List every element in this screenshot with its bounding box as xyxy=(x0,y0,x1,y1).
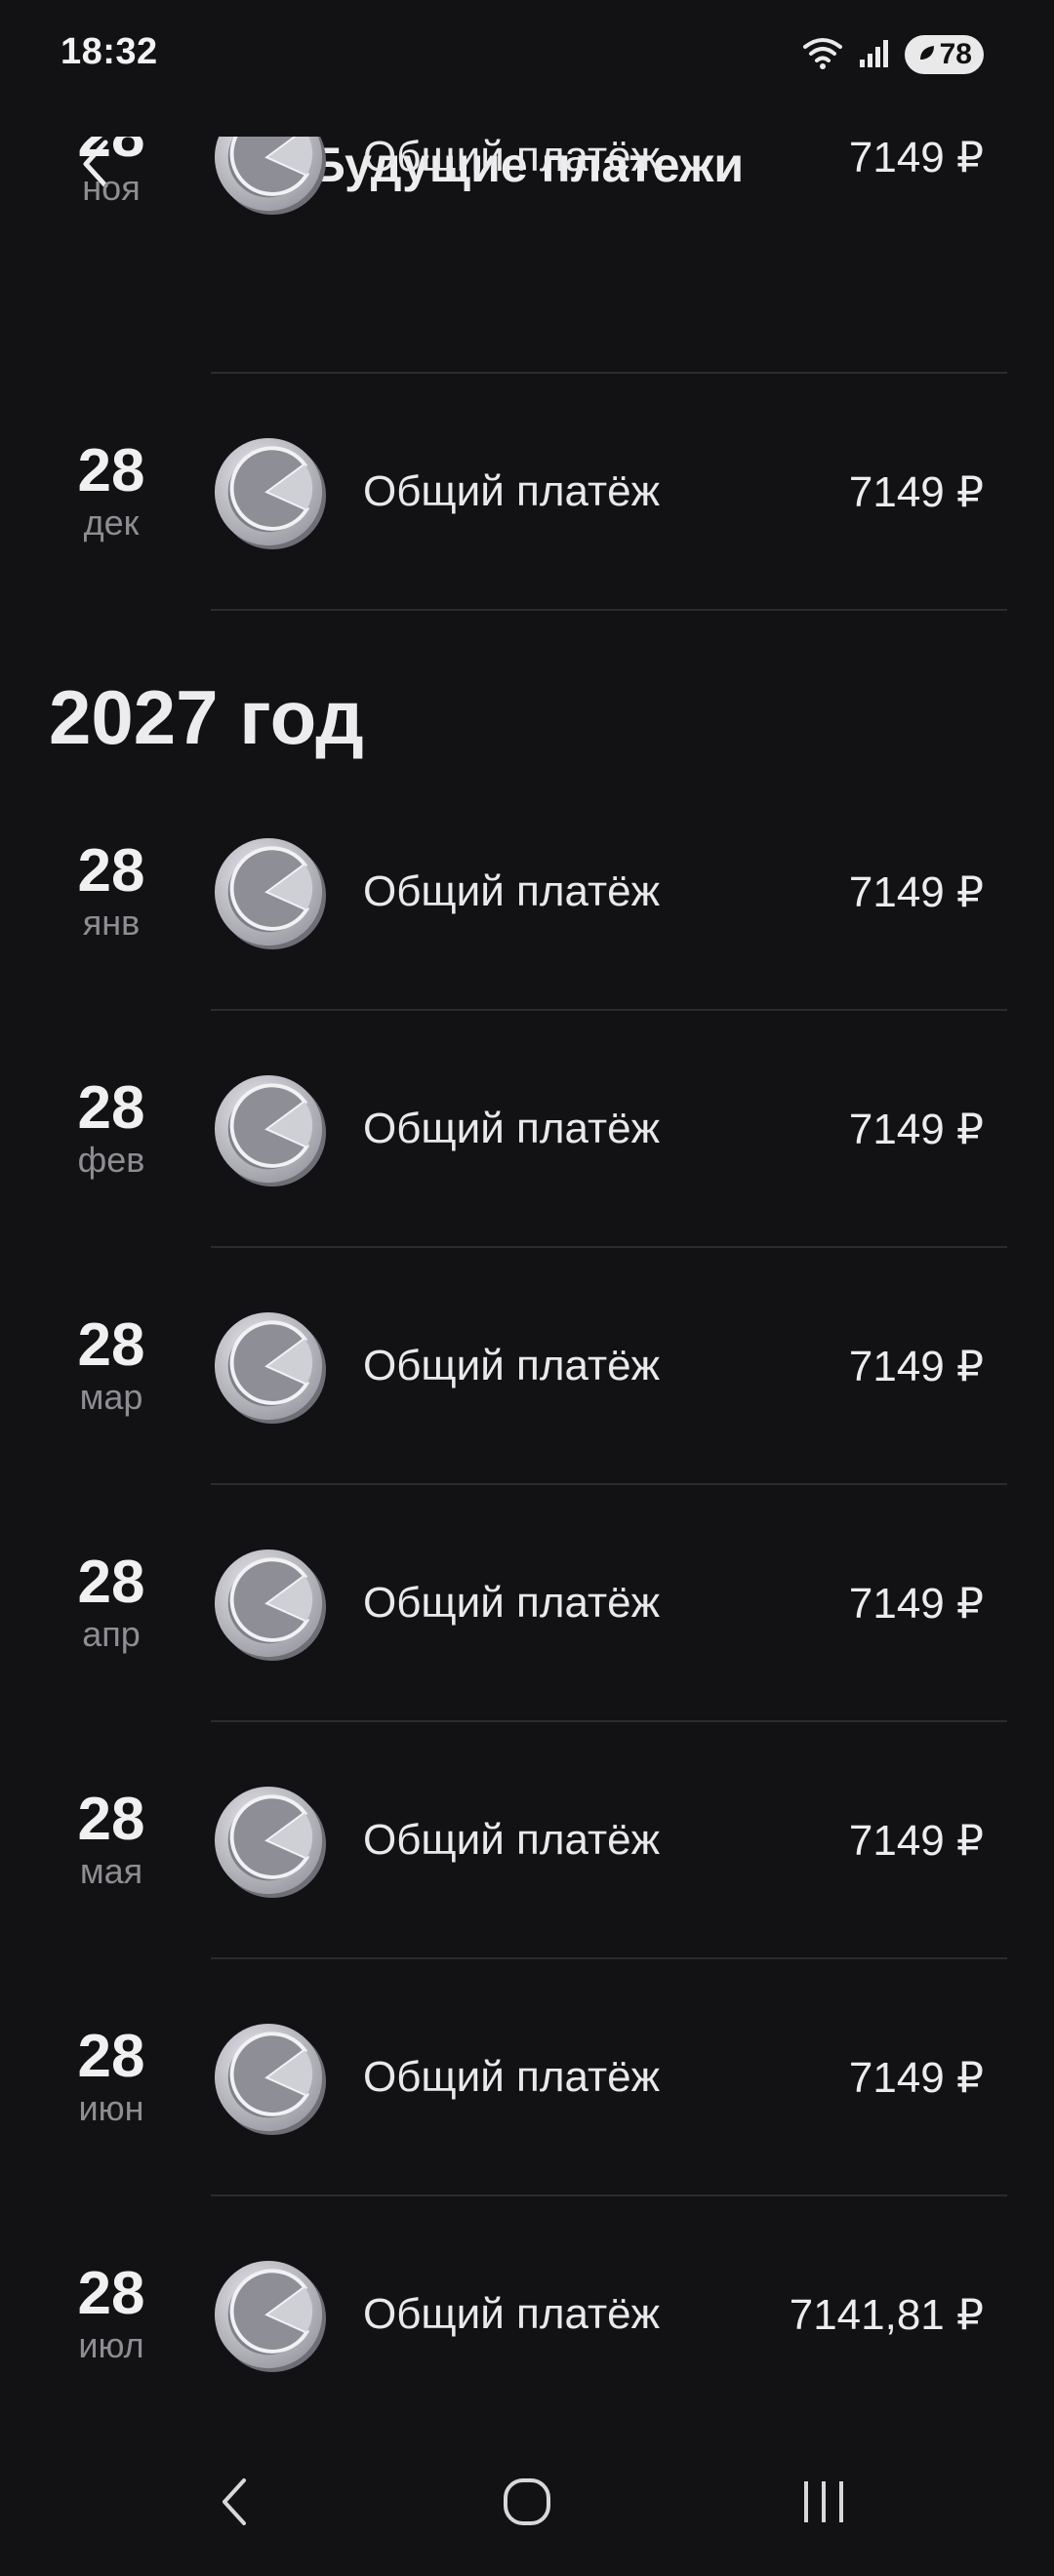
payment-date: 28 июн xyxy=(35,2026,187,2129)
payment-title: Общий платёж xyxy=(363,867,661,915)
payment-amount: 7149 ₽ xyxy=(848,137,984,181)
payment-title: Общий платёж xyxy=(363,467,661,515)
payment-coin-icon xyxy=(213,1548,328,1663)
payment-day: 28 xyxy=(77,2023,145,2090)
payment-amount: 7149 ₽ xyxy=(848,1106,984,1153)
payment-title: Общий платёж xyxy=(363,2290,661,2338)
payment-month: фев xyxy=(77,1140,145,1180)
payment-month: мая xyxy=(79,1851,143,1891)
payment-coin-icon xyxy=(213,2259,328,2374)
payment-day: 28 xyxy=(77,837,145,905)
payment-title: Общий платёж xyxy=(363,1105,661,1152)
payment-month: апр xyxy=(82,1614,141,1654)
payments-list: 28 ноя Общий платёж 7149 ₽ 28 дек xyxy=(0,0,1054,2432)
payment-coin-icon xyxy=(213,1073,328,1188)
payment-date: 28 ноя xyxy=(35,137,187,209)
payment-day: 28 xyxy=(77,437,145,504)
nav-recents-button[interactable] xyxy=(775,2455,872,2553)
payment-row[interactable]: 28 июл Общий платёж 7141,81 ₽ xyxy=(0,2196,1054,2432)
payment-amount: 7149 ₽ xyxy=(848,868,984,916)
payment-amount: 7149 ₽ xyxy=(848,2054,984,2102)
payment-month: дек xyxy=(83,503,140,543)
payment-row[interactable]: 28 дек Общий платёж 7149 ₽ xyxy=(0,374,1054,611)
row-divider xyxy=(211,609,1007,611)
payment-day: 28 xyxy=(77,2260,145,2327)
payment-day: 28 xyxy=(77,1786,145,1853)
year-heading: 2027 год xyxy=(49,674,364,760)
payment-row[interactable]: 28 апр Общий платёж 7149 ₽ xyxy=(0,1485,1054,1722)
payment-row[interactable]: 28 мар Общий платёж 7149 ₽ xyxy=(0,1248,1054,1485)
nav-back-icon xyxy=(215,2473,254,2536)
nav-recents-icon xyxy=(796,2477,851,2531)
payment-coin-icon xyxy=(213,1785,328,1900)
payment-row[interactable]: 28 июн Общий платёж 7149 ₽ xyxy=(0,1959,1054,2196)
payment-date: 28 апр xyxy=(35,1551,187,1655)
payment-coin-icon xyxy=(213,1310,328,1426)
nav-home-icon xyxy=(500,2475,554,2534)
payment-amount: 7149 ₽ xyxy=(848,1817,984,1865)
payment-date: 28 мар xyxy=(35,1314,187,1418)
payment-date: 28 дек xyxy=(35,440,187,543)
payment-date: 28 мая xyxy=(35,1789,187,1892)
nav-home-button[interactable] xyxy=(478,2455,576,2553)
payment-month: июн xyxy=(78,2088,144,2128)
payment-row[interactable]: 28 мая Общий платёж 7149 ₽ xyxy=(0,1722,1054,1959)
payment-date: 28 фев xyxy=(35,1077,187,1181)
payment-date: 28 июл xyxy=(35,2263,187,2366)
payment-title: Общий платёж xyxy=(363,1816,661,1864)
payment-row[interactable]: 28 ноя Общий платёж 7149 ₽ xyxy=(0,137,1054,374)
payment-title: Общий платёж xyxy=(363,1579,661,1627)
payment-title: Общий платёж xyxy=(363,2053,661,2101)
payment-month: ноя xyxy=(82,168,141,208)
payment-row[interactable]: 28 янв Общий платёж 7149 ₽ xyxy=(0,774,1054,1011)
payment-day: 28 xyxy=(77,1311,145,1379)
payment-day: 28 xyxy=(77,1074,145,1142)
payment-amount: 7149 ₽ xyxy=(848,1343,984,1390)
nav-back-button[interactable] xyxy=(185,2455,283,2553)
payment-day: 28 xyxy=(77,1549,145,1616)
payment-month: июл xyxy=(78,2325,144,2365)
payment-amount: 7149 ₽ xyxy=(848,468,984,516)
payment-coin-icon xyxy=(213,137,328,217)
payment-coin-icon xyxy=(213,436,328,551)
payment-month: мар xyxy=(79,1377,143,1417)
payment-title: Общий платёж xyxy=(363,137,661,181)
payment-coin-icon xyxy=(213,2022,328,2137)
payment-amount: 7149 ₽ xyxy=(848,1580,984,1628)
payment-day: 28 xyxy=(35,137,187,168)
payment-title: Общий платёж xyxy=(363,1342,661,1389)
payment-month: янв xyxy=(82,903,141,943)
payment-amount: 7141,81 ₽ xyxy=(789,2291,984,2339)
system-nav-bar xyxy=(0,2432,1054,2576)
payment-date: 28 янв xyxy=(35,840,187,944)
payment-row[interactable]: 28 фев Общий платёж 7149 ₽ xyxy=(0,1011,1054,1248)
payment-coin-icon xyxy=(213,836,328,951)
